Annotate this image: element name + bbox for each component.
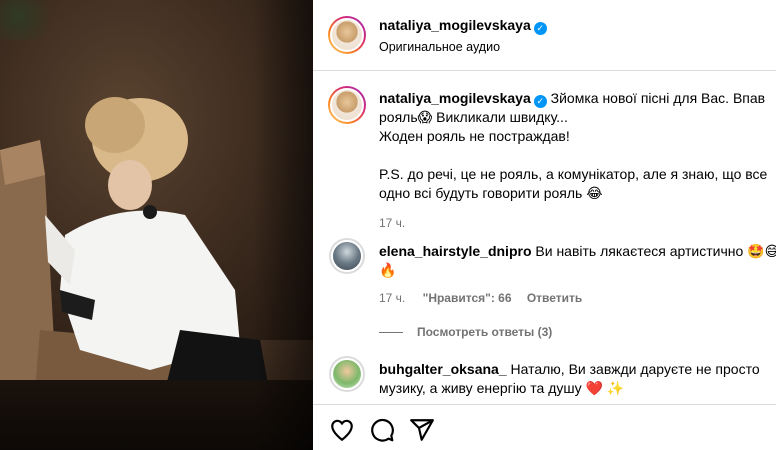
earring bbox=[143, 205, 157, 219]
commenter-username[interactable]: buhgalter_oksana_ bbox=[379, 361, 507, 377]
author-avatar[interactable] bbox=[328, 16, 366, 54]
commenter-avatar[interactable] bbox=[329, 356, 365, 392]
verified-badge-icon: ✓ bbox=[533, 95, 547, 108]
replies-divider-line bbox=[379, 332, 403, 334]
comment-item: buhgalter_oksana_ Наталю, Ви завжди дару… bbox=[313, 354, 776, 404]
view-replies-button[interactable]: Посмотреть ответы (3) bbox=[379, 325, 769, 339]
caption-text-line4: P.S. до речі, це не рояль, а комунікатор… bbox=[379, 166, 768, 182]
caption-text-line5: одно всі будуть говорити рояль 😂 bbox=[379, 185, 603, 201]
share-icon[interactable] bbox=[409, 417, 435, 443]
caption-timestamp[interactable]: 17 ч. bbox=[379, 216, 769, 230]
audio-label[interactable]: Оригинальное аудио bbox=[379, 40, 500, 54]
caption-text-line1: Зйомка нової пісні для Вас. Впав bbox=[550, 90, 766, 106]
heart-icon[interactable] bbox=[329, 417, 355, 443]
caption-avatar[interactable] bbox=[328, 86, 366, 124]
author-username[interactable]: nataliya_mogilevskaya bbox=[379, 17, 531, 33]
comment-text: Ви навіть лякаєтеся артистично 🤩😅 bbox=[535, 243, 776, 259]
commenter-username[interactable]: elena_hairstyle_dnipro bbox=[379, 243, 532, 259]
comment-timestamp[interactable]: 17 ч. bbox=[379, 291, 405, 305]
post-header: nataliya_mogilevskaya ✓ Оригинальное ауди… bbox=[313, 0, 776, 71]
video-shadow bbox=[253, 0, 313, 450]
commenter-avatar[interactable] bbox=[329, 238, 365, 274]
view-replies-label: Посмотреть ответы (3) bbox=[417, 325, 553, 339]
comment-icon[interactable] bbox=[369, 417, 395, 443]
comment-likes-count[interactable]: "Нравится": 66 bbox=[423, 291, 512, 305]
comment-text-cont: музику, а живу енергію та душу ❤️ ✨ bbox=[379, 380, 625, 396]
verified-badge-icon: ✓ bbox=[533, 22, 547, 35]
post-video[interactable] bbox=[0, 0, 313, 450]
comment-text: Наталю, Ви завжди даруєте не просто bbox=[510, 361, 760, 377]
reply-button[interactable]: Ответить bbox=[527, 291, 582, 305]
post-actions-bar bbox=[313, 404, 776, 450]
caption-username[interactable]: nataliya_mogilevskaya bbox=[379, 90, 531, 106]
person-face bbox=[108, 160, 152, 210]
caption-text-line2: рояль😱 Викликали швидку... bbox=[379, 109, 568, 125]
comment-text-cont: 🔥 bbox=[379, 262, 397, 278]
post-details-panel: nataliya_mogilevskaya ✓ Оригинальное ауди… bbox=[313, 0, 776, 450]
caption-text-line3: Жоден рояль не постраждав! bbox=[379, 128, 570, 144]
